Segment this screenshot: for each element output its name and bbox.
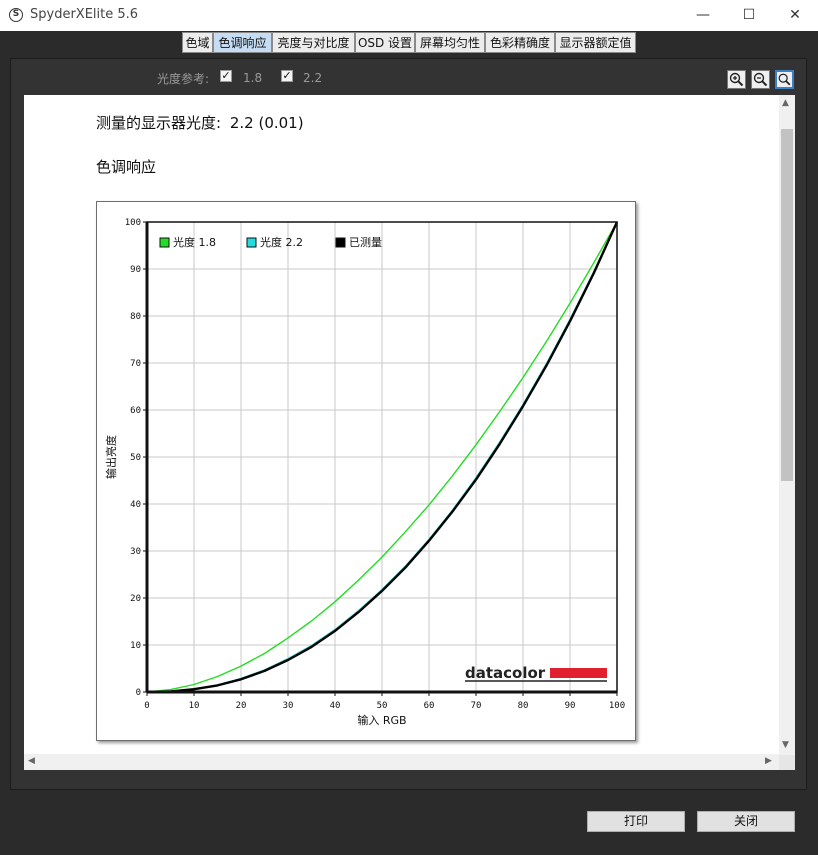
legend-label-3: 已测量 (349, 236, 382, 249)
y-axis-label: 输出亮度 (104, 435, 118, 479)
gamma-18-checkbox[interactable]: ✓ (220, 70, 232, 82)
y-tick-label: 80 (130, 312, 141, 322)
close-button[interactable]: 关闭 (697, 811, 795, 832)
y-tick-label: 10 (130, 641, 141, 651)
tab-screen-uniformity[interactable]: 屏幕均匀性 (415, 32, 485, 53)
y-tick-label: 100 (125, 218, 141, 228)
close-window-button[interactable]: ✕ (772, 0, 818, 31)
y-tick-label: 90 (130, 265, 141, 275)
tab-bar: 色域 色调响应 亮度与对比度 OSD 设置 屏幕均匀性 色彩精确度 显示器额定值 (0, 31, 818, 55)
y-tick-label: 60 (130, 406, 141, 416)
x-tick-label: 60 (424, 701, 435, 711)
scroll-left-arrow-icon[interactable]: ◀ (28, 756, 35, 766)
y-tick-label: 50 (130, 453, 141, 463)
x-tick-label: 50 (377, 701, 388, 711)
measured-gamma-label: 测量的显示器光度: (96, 114, 222, 132)
print-button[interactable]: 打印 (587, 811, 685, 832)
maximize-button[interactable]: ☐ (726, 0, 772, 31)
x-tick-label: 80 (518, 701, 529, 711)
zoom-out-button[interactable] (751, 70, 770, 89)
scroll-corner (779, 755, 795, 770)
y-tick-label: 40 (130, 500, 141, 510)
tab-color-accuracy[interactable]: 色彩精确度 (485, 32, 555, 53)
tab-osd-settings[interactable]: OSD 设置 (355, 32, 415, 53)
section-title: 色调响应 (96, 158, 157, 176)
zoom-out-icon (753, 72, 768, 87)
x-tick-label: 20 (236, 701, 247, 711)
chart-svg: 0 10 20 30 40 50 60 70 80 90 100 0 10 20 30 40 50 60 70 80 9… (104, 218, 625, 727)
measured-gamma-line: 测量的显示器光度: 2.2 (0.01) (96, 112, 304, 133)
x-tick-label: 40 (330, 701, 341, 711)
legend-swatch-3 (335, 237, 346, 248)
x-tick-label: 90 (565, 701, 576, 711)
y-tick-label: 70 (130, 359, 141, 369)
report-view: 测量的显示器光度: 2.2 (0.01) 色调响应 0 10 20 30 40 50 60 7… (24, 95, 795, 770)
minimize-button[interactable]: — (680, 0, 726, 31)
tab-color-gamut[interactable]: 色域 (182, 32, 213, 53)
horizontal-scrollbar[interactable]: ◀ ▶ (24, 754, 779, 770)
title-bar: S SpyderXElite 5.6 — ☐ ✕ (0, 0, 818, 32)
x-tick-label: 30 (283, 701, 294, 711)
x-axis-label: 输入 RGB (357, 713, 406, 727)
zoom-fit-icon (778, 73, 791, 86)
datacolor-logo-bar (550, 668, 607, 678)
legend-label-2: 光度 2.2 (260, 235, 303, 249)
scroll-right-arrow-icon[interactable]: ▶ (765, 756, 772, 766)
y-tick-label: 20 (130, 594, 141, 604)
scroll-down-arrow-icon[interactable]: ▼ (782, 740, 789, 750)
gamma-22-checkbox[interactable]: ✓ (281, 70, 293, 82)
legend-swatch-1 (159, 237, 170, 248)
zoom-in-button[interactable] (727, 70, 746, 89)
y-tick-label: 0 (136, 688, 141, 698)
gamma-reference-label: 光度参考: (157, 72, 210, 86)
x-tick-label: 10 (189, 701, 200, 711)
gamma-22-label: 2.2 (303, 71, 323, 85)
spyder-logo-icon: S (9, 8, 23, 22)
x-tick-label: 0 (144, 701, 149, 711)
scroll-up-arrow-icon[interactable]: ▲ (782, 98, 789, 108)
legend-swatch-2 (246, 237, 257, 248)
zoom-fit-button[interactable] (775, 70, 794, 89)
y-tick-label: 30 (130, 547, 141, 557)
gamma-18-label: 1.8 (243, 71, 263, 85)
legend-label-1: 光度 1.8 (173, 235, 216, 249)
vertical-scrollbar[interactable]: ▲ ▼ (779, 95, 795, 755)
tab-tone-response[interactable]: 色调响应 (213, 32, 272, 53)
tab-display-rating[interactable]: 显示器额定值 (555, 32, 636, 53)
tone-response-chart: 0 10 20 30 40 50 60 70 80 90 100 0 10 20 30 40 50 60 70 80 9… (96, 201, 636, 741)
zoom-in-icon (729, 72, 744, 87)
tab-brightness-contrast[interactable]: 亮度与对比度 (272, 32, 355, 53)
datacolor-logo-text: datacolor (465, 664, 546, 682)
measured-gamma-value: 2.2 (0.01) (229, 114, 304, 132)
x-tick-label: 70 (471, 701, 482, 711)
window-title: SpyderXElite 5.6 (30, 7, 139, 22)
x-tick-label: 100 (609, 701, 625, 711)
vertical-scroll-thumb[interactable] (781, 129, 793, 481)
